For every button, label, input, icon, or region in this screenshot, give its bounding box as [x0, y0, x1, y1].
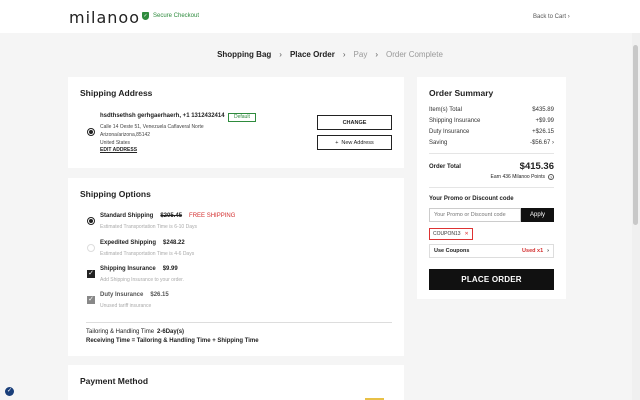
- checkout-steps: Shopping Bag › Place Order › Pay › Order…: [0, 50, 640, 59]
- step-order-complete: Order Complete: [386, 50, 443, 59]
- order-total-label: Order Total: [429, 164, 461, 170]
- items-total-label: Item(s) Total: [429, 107, 462, 113]
- saving-value: -$56.67: [529, 140, 551, 146]
- chevron-right-icon: ›: [279, 50, 282, 59]
- standard-shipping-label: Standard Shipping: [100, 213, 154, 219]
- shipping-options-title: Shipping Options: [80, 189, 151, 199]
- info-icon[interactable]: ?: [548, 174, 554, 180]
- payment-method-card: Payment Method: [68, 365, 404, 400]
- standard-estimate: Estimated Transportation Time is 6-10 Da…: [100, 224, 197, 230]
- accessibility-widget-icon[interactable]: ✓: [5, 387, 14, 396]
- handling-time-label: Tailoring & Handling Time: [86, 329, 155, 335]
- saving-value-group: -$56.67 ›: [530, 140, 554, 146]
- shipping-insurance-checkbox[interactable]: ✓: [87, 270, 95, 278]
- coupon-tag: COUPON13 ✕: [429, 228, 473, 240]
- place-order-button[interactable]: PLACE ORDER: [429, 269, 554, 290]
- address-line1: Calle 14 Oeste 51, Venezuela Caflaveral …: [100, 124, 204, 130]
- chevron-right-icon: ›: [375, 50, 379, 59]
- duty-insurance-row: Duty Insurance $26.15: [100, 292, 169, 298]
- duty-insurance-summary-value: +$26.15: [532, 129, 554, 135]
- duty-insurance-summary-label: Duty Insurance: [429, 129, 470, 135]
- duty-insurance-price: $26.15: [150, 292, 169, 298]
- step-place-order: Place Order: [289, 50, 335, 59]
- new-address-button[interactable]: + New Address: [317, 135, 392, 150]
- change-address-button[interactable]: CHANGE: [317, 115, 392, 130]
- address-radio[interactable]: [87, 128, 95, 136]
- step-shopping-bag[interactable]: Shopping Bag: [217, 50, 271, 59]
- expedited-shipping-label: Expedited Shipping: [100, 240, 157, 246]
- points-row: Earn 436 Milanoo Points ?: [491, 174, 554, 180]
- shipping-address-card: Shipping Address hsdthsethsh gerhgaerhae…: [68, 77, 404, 168]
- address-line2: Arizona/arizona,85142: [100, 132, 151, 138]
- use-coupons-row[interactable]: Use Coupons Used x1 ›: [429, 244, 554, 258]
- shipping-insurance-price: $9.99: [162, 266, 178, 272]
- summary-divider: [429, 153, 554, 154]
- shipping-insurance-row: Shipping Insurance $9.99: [100, 266, 178, 272]
- chevron-right-icon: ›: [342, 50, 346, 59]
- items-total-value: $435.89: [532, 107, 554, 113]
- address-name-phone: hsdthsethsh gerhgaerhaerh, +1 1312432414: [100, 113, 225, 119]
- plus-icon: +: [335, 139, 339, 146]
- expedited-shipping-price: $248.22: [163, 240, 185, 246]
- back-to-cart-label: Back to Cart: [533, 14, 567, 20]
- shipping-insurance-summary-label: Shipping Insurance: [429, 118, 481, 124]
- expedited-estimate: Estimated Transportation Time is 4-6 Day…: [100, 251, 195, 257]
- duty-insurance-label: Duty Insurance: [100, 292, 144, 298]
- shipping-options-card: Shipping Options Standard Shipping $205.…: [68, 178, 404, 356]
- secure-checkout-label: Secure Checkout: [153, 13, 200, 19]
- secure-checkout: ✓ Secure Checkout: [142, 12, 199, 20]
- standard-shipping-row: Standard Shipping $205.45 FREE SHIPPING: [100, 213, 235, 219]
- handling-time: Tailoring & Handling Time 2-6Day(s): [86, 329, 184, 335]
- step-pay: Pay: [353, 50, 368, 59]
- duty-insurance-note: Unused tariff insurance: [100, 303, 152, 309]
- handling-time-value: 2-6Day(s): [157, 329, 185, 335]
- chevron-right-icon: ›: [547, 248, 549, 254]
- page-scrollbar[interactable]: [632, 33, 640, 400]
- points-label: Earn 436 Milanoo Points: [490, 174, 545, 180]
- apply-button[interactable]: Apply: [521, 208, 554, 222]
- payment-method-title: Payment Method: [80, 376, 149, 386]
- duty-insurance-checkbox[interactable]: ✓: [87, 296, 95, 304]
- shipping-insurance-note: Add Shipping Insurance to your order.: [100, 277, 184, 283]
- shield-icon: ✓: [142, 12, 149, 20]
- address-country: United States: [100, 140, 131, 146]
- summary-row-duty-insurance: Duty Insurance +$26.15: [429, 129, 554, 135]
- order-total-value: $415.36: [519, 161, 554, 172]
- standard-shipping-price: $205.45: [160, 213, 183, 219]
- scrollbar-thumb[interactable]: [633, 45, 638, 225]
- receiving-time: Receiving Time = Tailoring & Handling Ti…: [86, 338, 259, 344]
- remove-coupon-icon[interactable]: ✕: [465, 229, 469, 239]
- summary-row-saving[interactable]: Saving -$56.67 ›: [429, 140, 554, 146]
- expedited-shipping-row: Expedited Shipping $248.22: [100, 240, 185, 246]
- order-summary-title: Order Summary: [429, 88, 494, 98]
- free-shipping-label: FREE SHIPPING: [189, 213, 236, 219]
- new-address-label: New Address: [341, 139, 374, 146]
- top-header: milanoo ✓ Secure Checkout Back to Cart ›: [0, 0, 640, 33]
- change-label: CHANGE: [342, 119, 367, 126]
- order-summary-card: Order Summary Item(s) Total $435.89 Ship…: [417, 77, 566, 299]
- coupon-code: COUPON13: [433, 231, 461, 237]
- promo-code-input[interactable]: [429, 208, 521, 222]
- use-coupons-label: Use Coupons: [434, 248, 470, 254]
- expedited-shipping-radio[interactable]: [87, 244, 95, 252]
- used-count-group: Used x1 ›: [522, 248, 549, 254]
- summary-row-shipping-insurance: Shipping Insurance +$9.99: [429, 118, 554, 124]
- points-divider: [429, 187, 554, 188]
- divider: [86, 322, 392, 323]
- milanoo-logo[interactable]: milanoo: [69, 8, 140, 27]
- saving-label: Saving: [429, 140, 448, 146]
- chevron-right-icon: ›: [550, 140, 554, 146]
- back-to-cart-link[interactable]: Back to Cart ›: [533, 14, 570, 20]
- used-count: Used x1: [522, 248, 544, 254]
- chevron-right-icon: ›: [567, 14, 570, 20]
- summary-row-items-total: Item(s) Total $435.89: [429, 107, 554, 113]
- promo-title: Your Promo or Discount code: [429, 196, 514, 202]
- shipping-address-title: Shipping Address: [80, 88, 153, 98]
- standard-shipping-radio[interactable]: [87, 217, 95, 225]
- edit-address-link[interactable]: EDIT ADDRESS: [100, 147, 137, 153]
- shipping-insurance-summary-value: +$9.99: [535, 118, 554, 124]
- shipping-insurance-label: Shipping Insurance: [100, 266, 156, 272]
- default-badge: Default: [228, 113, 256, 122]
